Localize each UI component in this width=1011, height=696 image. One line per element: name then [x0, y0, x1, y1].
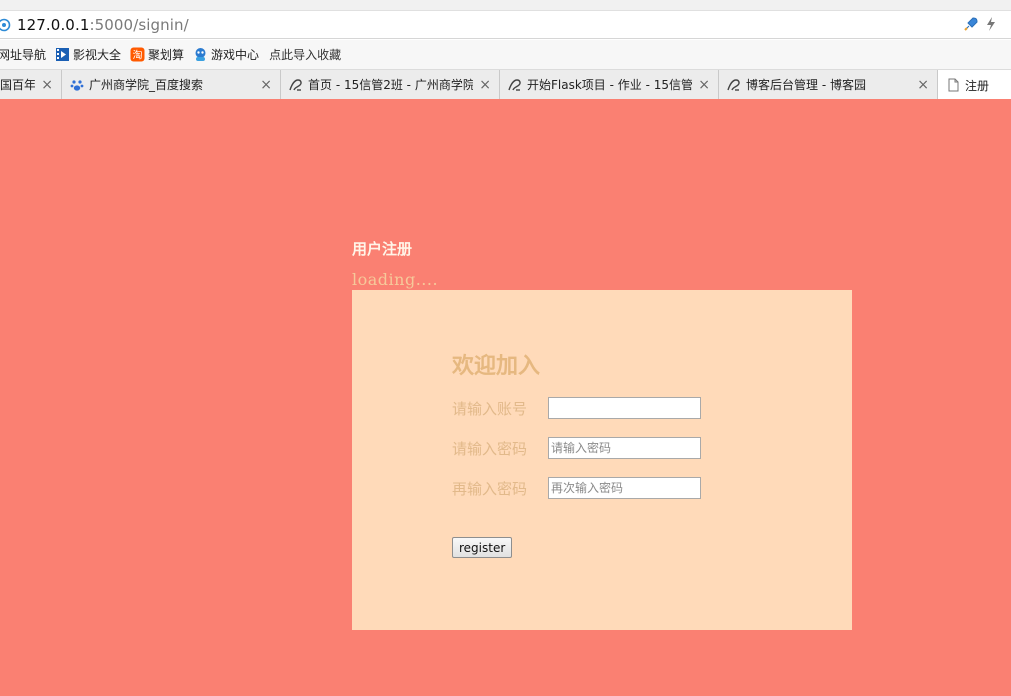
url-text[interactable]: 127.0.0.1:5000/signin/ — [17, 16, 189, 34]
cnblogs-icon — [727, 78, 741, 92]
tab-4[interactable]: 开始Flask项目 - 作业 - 15信管 × — [500, 70, 719, 99]
page-title: 用户注册 — [352, 240, 413, 258]
password-input[interactable] — [548, 437, 701, 459]
tab-title: 国百年 — [0, 78, 36, 92]
tab-2[interactable]: 广州商学院_百度搜索 × — [62, 70, 281, 99]
register-card: 欢迎加入 请输入账号 请输入密码 再输入密码 register — [352, 290, 852, 630]
loading-text: loading.... — [352, 270, 439, 289]
account-input[interactable] — [548, 397, 701, 419]
tab-1[interactable]: 国百年 × — [0, 70, 62, 99]
site-info-icon[interactable] — [0, 18, 11, 32]
bookmark-label: 影视大全 — [73, 48, 122, 62]
window-top-strip — [0, 0, 1011, 11]
svg-text:淘: 淘 — [133, 49, 143, 62]
bookmark-label: 点此导入收藏 — [269, 48, 342, 62]
tab-title: 首页 - 15信管2班 - 广州商学院 — [308, 78, 474, 92]
tab-title: 博客后台管理 - 博客园 — [746, 78, 866, 92]
bookmark-juhuasuan[interactable]: 淘 聚划算 — [130, 40, 184, 70]
tab-close-icon[interactable]: × — [479, 77, 491, 93]
bookmark-label: 聚划算 — [148, 48, 185, 62]
tab-5[interactable]: 博客后台管理 - 博客园 × — [719, 70, 938, 99]
password-row: 请输入密码 — [452, 437, 701, 459]
taobao-icon: 淘 — [130, 47, 145, 62]
bookmark-video[interactable]: 影视大全 — [55, 40, 121, 70]
password-label: 请输入密码 — [452, 439, 528, 458]
baidu-paw-icon — [70, 78, 84, 92]
address-bar[interactable]: 127.0.0.1:5000/signin/ — [0, 11, 1011, 39]
page-icon — [946, 78, 960, 92]
form-title: 欢迎加入 — [452, 353, 541, 379]
game-icon — [193, 47, 208, 62]
bookmark-web-nav[interactable]: 网址导航 — [0, 40, 46, 70]
tab-title: 广州商学院_百度搜索 — [89, 78, 204, 92]
tab-6-active[interactable]: 注册 — [938, 70, 1011, 100]
page-body: 用户注册 loading.... 欢迎加入 请输入账号 请输入密码 再输入密码 … — [0, 99, 1011, 696]
confirm-password-label: 再输入密码 — [452, 479, 528, 498]
confirm-password-input[interactable] — [548, 477, 701, 499]
lightning-icon[interactable] — [985, 16, 997, 35]
bookmark-game-center[interactable]: 游戏中心 — [193, 40, 259, 70]
bookmark-bar: 网址导航 影视大全 淘 聚划算 游戏中心 点此导入收藏 — [0, 40, 1011, 70]
account-label: 请输入账号 — [452, 399, 528, 418]
confirm-password-row: 再输入密码 — [452, 477, 701, 499]
cnblogs-icon — [289, 78, 303, 92]
tab-title: 开始Flask项目 - 作业 - 15信管 — [527, 78, 693, 92]
tab-title: 注册 — [965, 78, 990, 93]
tab-close-icon[interactable]: × — [917, 77, 929, 93]
tab-close-icon[interactable]: × — [698, 77, 710, 93]
tab-close-icon[interactable]: × — [260, 77, 272, 93]
film-icon — [55, 47, 70, 62]
bookmark-label: 网址导航 — [0, 48, 47, 62]
rocket-icon[interactable] — [963, 16, 979, 35]
tab-strip: 国百年 × 广州商学院_百度搜索 × 首页 - 15信管2班 - 广州商学院 ×… — [0, 70, 1011, 100]
url-host: 127.0.0.1 — [17, 15, 90, 34]
bookmark-label: 游戏中心 — [211, 48, 260, 62]
bookmark-import[interactable]: 点此导入收藏 — [269, 40, 341, 70]
account-row: 请输入账号 — [452, 397, 701, 419]
url-path: :5000/signin/ — [89, 15, 189, 34]
tab-close-icon[interactable]: × — [41, 77, 53, 93]
tab-3[interactable]: 首页 - 15信管2班 - 广州商学院 × — [281, 70, 500, 99]
cnblogs-icon — [508, 78, 522, 92]
register-button[interactable]: register — [452, 537, 513, 558]
